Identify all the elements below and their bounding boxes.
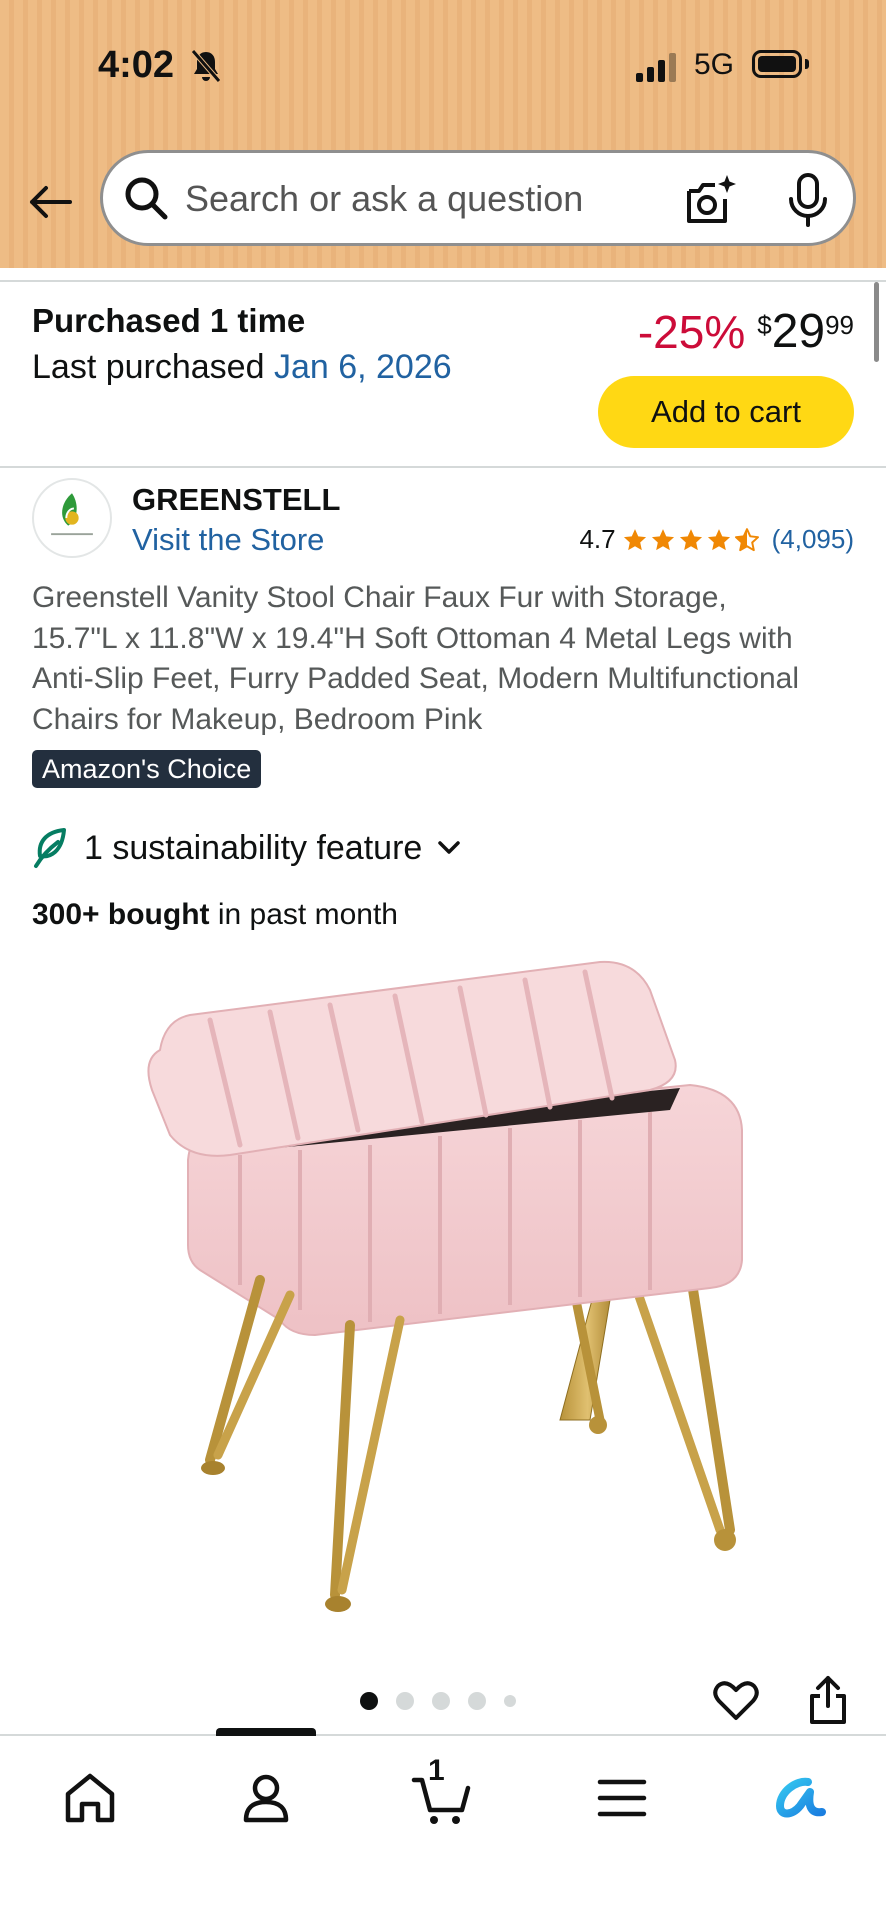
product-title: Greenstell Vanity Stool Chair Faux Fur w…: [32, 581, 800, 736]
sustainability-label: 1 sustainability feature: [84, 828, 423, 867]
purchased-count: Purchased 1 time: [32, 302, 306, 339]
bought-count: 300+ bought: [32, 898, 210, 931]
bottom-nav: 1: [0, 1728, 886, 1920]
image-carousel-indicator[interactable]: [360, 1692, 516, 1710]
bell-muted-icon: [191, 49, 221, 83]
price-currency: $: [757, 310, 772, 340]
leaf-icon: [34, 828, 66, 868]
discount-percent: -25%: [637, 306, 746, 358]
rating[interactable]: 4.7 (4,095): [579, 524, 854, 555]
review-count-link[interactable]: (4,095): [772, 524, 854, 555]
carousel-dot[interactable]: [396, 1692, 414, 1710]
search-input[interactable]: [185, 171, 625, 227]
camera-search-icon[interactable]: [683, 173, 739, 229]
rufus-icon[interactable]: [766, 1766, 830, 1830]
chevron-down-icon: [438, 841, 461, 854]
brand-name: GREENSTELL: [132, 482, 341, 517]
star-rating: [622, 527, 760, 553]
share-icon[interactable]: [806, 1674, 850, 1726]
search-bar[interactable]: [100, 150, 856, 246]
search-icon: [125, 177, 168, 220]
divider: [0, 280, 886, 282]
amazons-choice-badge[interactable]: Amazon's Choice: [32, 750, 262, 788]
last-purchased-date-link[interactable]: Jan 6, 2026: [274, 348, 452, 386]
star-icon: [623, 528, 646, 550]
carousel-dot[interactable]: [468, 1692, 486, 1710]
status-time: 4:02: [98, 44, 175, 86]
visit-store-link[interactable]: Visit the Store: [132, 522, 324, 558]
price-whole: 29: [771, 305, 826, 358]
network-label: 5G: [694, 48, 735, 81]
product-image[interactable]: [130, 950, 770, 1630]
carousel-dot[interactable]: [360, 1692, 378, 1710]
price: -25% $ 29 99: [637, 305, 854, 359]
scrollbar[interactable]: [874, 282, 879, 362]
menu-icon[interactable]: [590, 1766, 654, 1830]
battery-icon: [752, 50, 802, 78]
price-fraction: 99: [825, 310, 854, 340]
half-star-icon: [734, 527, 759, 551]
brand-logo[interactable]: [32, 478, 112, 558]
back-arrow-icon[interactable]: [26, 178, 74, 226]
carousel-dot[interactable]: [432, 1692, 450, 1710]
divider: [0, 466, 886, 468]
header: 4:02 5G: [0, 0, 886, 268]
sustainability-toggle[interactable]: 1 sustainability feature: [32, 826, 464, 870]
home-icon[interactable]: [58, 1766, 122, 1830]
signal-icon: [636, 52, 676, 82]
microphone-icon[interactable]: [783, 171, 833, 229]
account-icon[interactable]: [234, 1766, 298, 1830]
bought-in-past-month: 300+ bought in past month: [32, 898, 398, 932]
greenstell-leaf-logo-icon: [51, 493, 93, 536]
bought-period: in past month: [209, 898, 398, 931]
last-purchased: Last purchased Jan 6, 2026: [32, 348, 452, 387]
battery-tip: [805, 59, 809, 69]
star-icon: [707, 528, 730, 550]
star-icon: [679, 528, 702, 550]
rating-value: 4.7: [579, 524, 616, 554]
active-tab-indicator: [216, 1728, 316, 1736]
last-purchased-label: Last purchased: [32, 348, 274, 386]
carousel-dot[interactable]: [504, 1695, 516, 1707]
cart-count: 1: [428, 1754, 445, 1787]
star-icon: [651, 528, 674, 550]
add-to-cart-button[interactable]: Add to cart: [598, 376, 854, 448]
heart-icon[interactable]: [712, 1676, 760, 1724]
